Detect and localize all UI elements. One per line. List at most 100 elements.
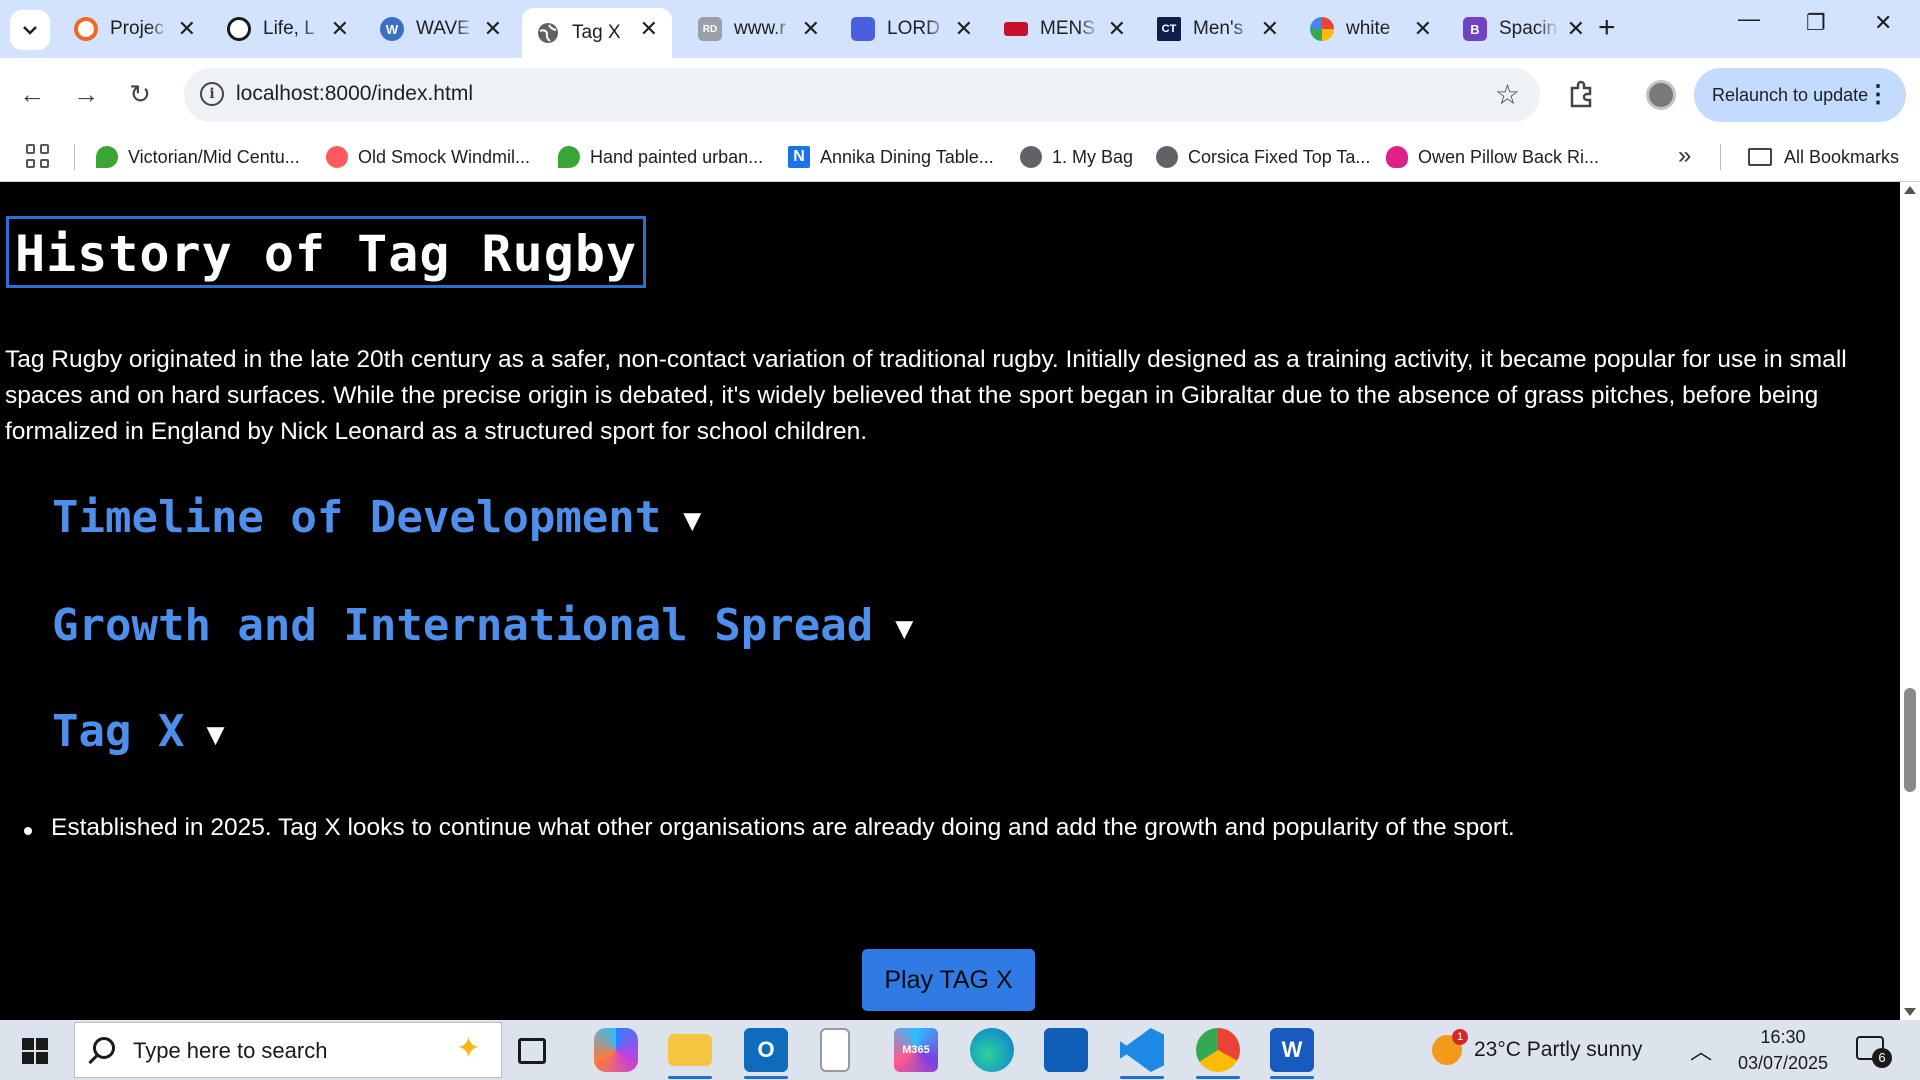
scroll-up-arrow-icon[interactable] [1904,186,1916,194]
tab-title: Men's [1193,18,1244,39]
copilot-sparkle-icon: ✦ [455,1032,481,1065]
expand-arrow-icon[interactable]: ▼ [683,503,701,538]
address-bar[interactable]: i localhost:8000/index.html ☆ [184,68,1540,122]
restore-icon[interactable]: ❐ [1806,10,1826,36]
menu-kebab-icon[interactable]: ⋮ [1866,68,1890,122]
section-tag-x-toggle[interactable]: Tag X ▼ [52,706,225,757]
browser-toolbar: ← → ↻ i localhost:8000/index.html ☆ Rela… [0,58,1920,132]
bookmark-item[interactable]: Hand painted urban... [558,132,763,182]
page-viewport: History of Tag Rugby Tag Rugby originate… [0,182,1900,1020]
tab-mens[interactable]: MENS ✕ [990,8,1140,50]
notification-count: 6 [1872,1048,1892,1068]
weather-badge: 1 [1452,1029,1468,1045]
globe-icon [1020,146,1042,168]
scroll-thumb[interactable] [1904,688,1916,792]
relaunch-button[interactable]: Relaunch to update ⋮ [1694,68,1906,122]
section-title: Tag X [52,706,185,757]
close-tab-icon[interactable]: ✕ [1261,18,1279,40]
play-tag-x-button[interactable]: Play TAG X [862,949,1035,1011]
outlook-icon[interactable]: O [744,1028,788,1072]
tab-tag-x[interactable]: Tag X ✕ [522,8,672,58]
tab-lord[interactable]: LORD ✕ [837,8,987,50]
weather-widget[interactable]: 1 23°C Partly sunny [1432,1020,1642,1080]
section-timeline-toggle[interactable]: Timeline of Development ▼ [52,492,701,543]
all-bookmarks-button[interactable]: All Bookmarks [1748,132,1899,182]
windows-taskbar: Type here to search ✦ O M365 W 1 23°C Pa… [0,1020,1920,1080]
extensions-icon[interactable] [1566,78,1596,108]
notepad-icon[interactable] [820,1028,850,1072]
vscode-icon[interactable] [1120,1028,1164,1072]
partly-sunny-icon: 1 [1432,1029,1468,1065]
expand-arrow-icon[interactable]: ▼ [206,717,224,752]
expand-arrow-icon[interactable]: ▼ [895,611,913,646]
back-icon[interactable]: ← [14,76,50,112]
minimize-icon[interactable]: — [1738,6,1760,32]
tab-spacing[interactable]: B Spacin ✕ [1449,8,1599,50]
close-tab-icon[interactable]: ✕ [331,18,349,40]
site-info-icon[interactable]: i [200,82,224,106]
bookmark-item[interactable]: Corsica Fixed Top Ta... [1156,132,1370,182]
chrome-icon[interactable] [1196,1028,1240,1072]
file-explorer-icon[interactable] [668,1034,712,1066]
taskbar-search-box[interactable]: Type here to search ✦ [74,1022,502,1078]
heart-icon [1386,146,1408,168]
chevron-down-icon [23,26,37,35]
m365-icon[interactable]: M365 [894,1028,938,1072]
forward-icon[interactable]: → [68,76,104,112]
tab-projec[interactable]: Projec ✕ [60,8,210,50]
word-icon[interactable]: W [1270,1028,1314,1072]
bookmark-item[interactable]: Victorian/Mid Centu... [96,132,300,182]
tag-x-details-list: Established in 2025. Tag X looks to cont… [24,814,1515,842]
microsoft-store-icon[interactable] [1044,1028,1088,1072]
edge-icon[interactable] [970,1028,1014,1072]
close-tab-icon[interactable]: ✕ [484,18,502,40]
new-tab-icon[interactable]: + [1598,12,1616,44]
close-tab-icon[interactable]: ✕ [178,18,196,40]
close-window-icon[interactable]: ✕ [1874,10,1892,36]
scroll-down-arrow-icon[interactable] [1904,1008,1916,1016]
apps-grid-icon[interactable] [26,144,50,168]
wordpress-icon: W [380,17,404,41]
bookmark-item[interactable]: 1. My Bag [1020,132,1133,182]
close-tab-icon[interactable]: ✕ [1567,18,1585,40]
tab-title: Spacin [1499,18,1558,39]
show-hidden-icons-chevron-icon[interactable]: ︿ [1690,1034,1712,1066]
notification-center-icon[interactable]: 6 [1856,1036,1892,1068]
more-bookmarks-icon[interactable]: » [1678,142,1691,170]
running-indicator [1120,1076,1164,1079]
folder-icon [1748,148,1772,166]
tab-life[interactable]: Life, L ✕ [213,8,363,50]
reload-icon[interactable]: ↻ [122,76,158,112]
close-tab-icon[interactable]: ✕ [955,18,973,40]
printer-icon [851,17,875,41]
bookmark-label: Owen Pillow Back Ri... [1418,146,1600,167]
list-item: Established in 2025. Tag X looks to cont… [24,814,1515,842]
close-tab-icon[interactable]: ✕ [640,18,658,40]
bookmark-item[interactable]: N Annika Dining Table... [788,132,994,182]
tab-wave[interactable]: W WAVE ✕ [366,8,516,50]
profile-avatar[interactable] [1646,80,1676,110]
divider [1720,144,1721,170]
tab-www[interactable]: RD www.r ✕ [684,8,834,50]
tab-white[interactable]: white ✕ [1296,8,1446,50]
bookmark-item[interactable]: Old Smock Windmil... [326,132,530,182]
system-clock[interactable]: 16:30 03/07/2025 [1734,1024,1832,1076]
tab-search-button[interactable] [10,10,50,50]
running-indicator [744,1076,788,1079]
page-scrollbar[interactable] [1900,182,1920,1020]
tab-title: WAVE [416,18,470,39]
bookmark-star-icon[interactable]: ☆ [1495,78,1520,111]
search-icon [93,1037,115,1059]
close-tab-icon[interactable]: ✕ [1414,18,1432,40]
copilot-icon[interactable] [594,1028,638,1072]
tab-title: www.r [734,18,786,39]
url-text[interactable]: localhost:8000/index.html [236,82,473,106]
windows-start-icon[interactable] [22,1038,48,1064]
task-view-icon[interactable] [518,1038,546,1064]
section-growth-toggle[interactable]: Growth and International Spread ▼ [52,600,913,651]
opera-icon [74,17,98,41]
bookmark-item[interactable]: Owen Pillow Back Ri... [1386,132,1599,182]
tab-mens-2[interactable]: CT Men's ✕ [1143,8,1293,50]
close-tab-icon[interactable]: ✕ [1108,18,1126,40]
close-tab-icon[interactable]: ✕ [802,18,820,40]
